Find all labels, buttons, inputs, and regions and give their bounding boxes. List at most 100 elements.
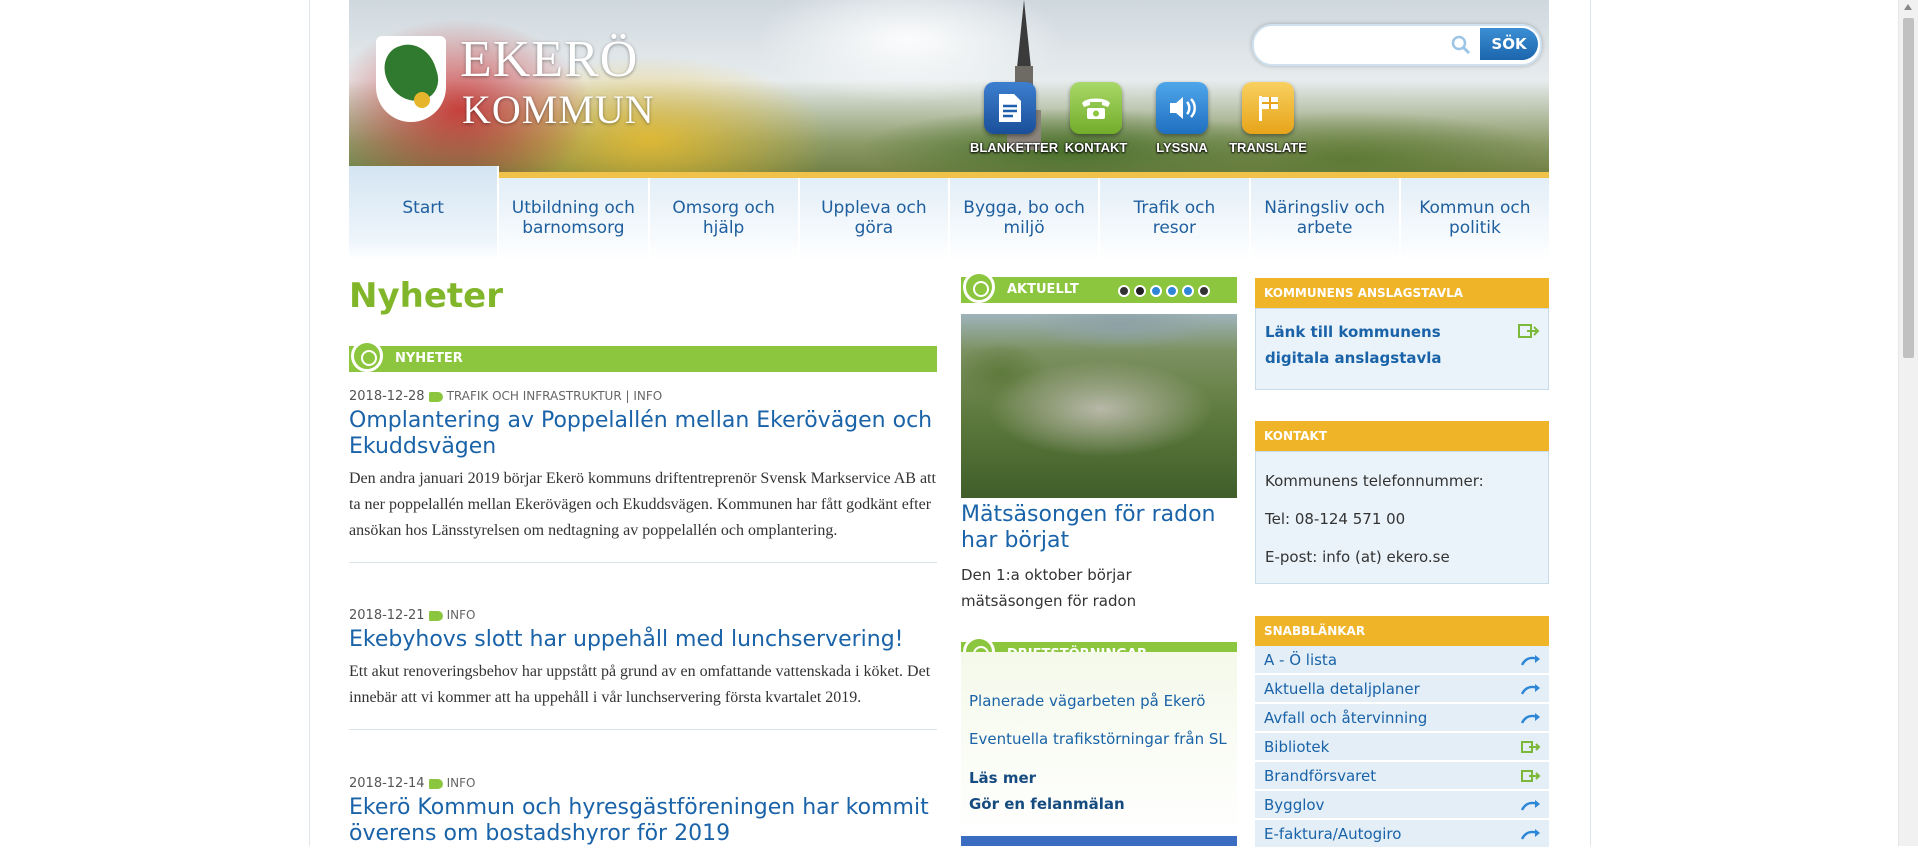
news-item: 2018-12-14 INFO Ekerö Kommun och hyresgäs…: [349, 776, 937, 847]
search-icon: [1451, 35, 1471, 55]
nav-label: Omsorg och hjälp: [672, 198, 775, 238]
news-body: Den andra januari 2019 börjar Ekerö komm…: [349, 470, 936, 539]
document-icon: [984, 82, 1036, 134]
anslag-header: KOMMUNENS ANSLAGSTAVLA: [1255, 278, 1549, 308]
quick-link-kontakt[interactable]: KONTAKT: [1056, 82, 1136, 155]
nav-item-utbildning[interactable]: Utbildning och barnomsorg: [499, 178, 650, 260]
external-link-icon: [1521, 770, 1541, 782]
scroll-up-icon[interactable]: [1904, 4, 1912, 10]
nav-item-uppleva[interactable]: Uppleva och göra: [799, 178, 950, 260]
quick-link-text: Brandförsvaret: [1264, 767, 1377, 785]
nav-label: Utbildning och barnomsorg: [511, 198, 635, 238]
news-meta: 2018-12-21 INFO: [349, 608, 937, 623]
search-box: SÖK: [1252, 24, 1542, 66]
news-title-link[interactable]: Ekebyhovs slott har uppehåll med lunchse…: [349, 627, 937, 653]
carousel-dot[interactable]: [1134, 285, 1146, 297]
news-section-header: NYHETER: [349, 340, 937, 372]
carousel-dot[interactable]: [1182, 285, 1194, 297]
nav-item-omsorg[interactable]: Omsorg och hjälp: [649, 178, 800, 260]
news-meta: 2018-12-14 INFO: [349, 776, 937, 791]
news-title-link[interactable]: Ekerö Kommun och hyresgästföreningen har…: [349, 795, 937, 847]
page-title: Nyheter: [349, 276, 503, 316]
quick-link-item[interactable]: Avfall och återvinning: [1255, 704, 1549, 732]
kontakt-line: Kommunens telefonnummer:: [1265, 472, 1484, 490]
news-category[interactable]: TRAFIK OCH INFRASTRUKTUR | INFO: [447, 389, 663, 403]
clock-icon: [351, 340, 383, 372]
nav-label: Kommun och politik: [1419, 198, 1531, 238]
flag-icon: [1242, 82, 1294, 134]
news-category[interactable]: INFO: [447, 608, 476, 622]
quick-link-item[interactable]: Aktuella detaljplaner: [1255, 675, 1549, 703]
nav-item-bygga[interactable]: Bygga, bo och miljö: [950, 178, 1101, 260]
vertical-scrollbar[interactable]: [1898, 0, 1918, 846]
logo-text-line2: KOMMUN: [462, 87, 655, 132]
kontakt-box: Kommunens telefonnummer: Tel: 08-124 571…: [1255, 451, 1549, 584]
quick-link-text: Aktuella detaljplaner: [1264, 680, 1420, 698]
quick-link-item[interactable]: Bibliotek: [1255, 733, 1549, 761]
aerial-photo[interactable]: [961, 314, 1237, 498]
report-fault-link[interactable]: Gör en felanmälan: [969, 795, 1125, 813]
quick-link-label: BLANKETTER: [970, 140, 1059, 155]
carousel-prev-icon[interactable]: [1118, 285, 1130, 297]
quick-link-label: TRANSLATE: [1229, 140, 1307, 155]
news-title-link[interactable]: Omplantering av Poppelallén mellan Ekerö…: [349, 408, 937, 460]
scrollbar-thumb[interactable]: [1903, 18, 1914, 358]
arrow-icon: [1521, 655, 1540, 666]
snabb-header: SNABBLÄNKAR: [1255, 616, 1549, 646]
quick-link-lyssna[interactable]: LYSSNA: [1142, 82, 1222, 155]
quick-link-translate[interactable]: TRANSLATE: [1228, 82, 1308, 155]
news-divider: [349, 562, 937, 563]
quick-link-text: Bibliotek: [1264, 738, 1330, 756]
quick-link-blanketter[interactable]: BLANKETTER: [970, 82, 1059, 155]
anslag-box: Länk till kommunens digitala anslagstavl…: [1255, 308, 1549, 390]
news-date: 2018-12-21: [349, 608, 425, 623]
quick-link-text: A - Ö lista: [1264, 651, 1338, 669]
carousel-next-icon[interactable]: [1198, 285, 1210, 297]
news-item: 2018-12-28 TRAFIK OCH INFRASTRUKTUR | INF…: [349, 389, 937, 563]
news-date: 2018-12-14: [349, 776, 425, 791]
read-more-link[interactable]: Läs mer: [969, 769, 1036, 787]
quick-link-text: E-faktura/Autogiro: [1264, 825, 1402, 843]
search-input[interactable]: [1262, 32, 1452, 58]
quick-link-text: Avfall och återvinning: [1264, 709, 1428, 727]
tag-icon: [428, 778, 443, 789]
drift-box: Planerade vägarbeten på Ekerö Eventuella…: [961, 652, 1237, 836]
tag-icon: [428, 610, 443, 621]
page-container: EKERÖ KOMMUN SÖK BLANKETTER KONTAKT LYSS…: [309, 0, 1591, 848]
quick-link-item[interactable]: E-faktura/Autogiro: [1255, 820, 1549, 848]
ekero-logo[interactable]: EKERÖ KOMMUN: [376, 31, 656, 136]
arrow-icon: [1521, 800, 1540, 811]
nav-item-naringsliv[interactable]: Näringsliv och arbete: [1250, 178, 1401, 260]
arrow-icon: [1521, 684, 1540, 695]
quick-link-label: KONTAKT: [1064, 140, 1128, 155]
arrow-icon: [1521, 829, 1540, 840]
featured-article-link[interactable]: Mätsäsongen för radon har börjat: [961, 502, 1237, 554]
speaker-icon: [1156, 82, 1208, 134]
kontakt-header: KONTAKT: [1255, 421, 1549, 451]
arrow-icon: [1521, 713, 1540, 724]
nav-item-start[interactable]: Start: [349, 166, 500, 260]
nav-item-kommun[interactable]: Kommun och politik: [1400, 178, 1549, 260]
external-link-icon: [1518, 324, 1540, 338]
main-navigation: Start Utbildning och barnomsorg Omsorg o…: [349, 166, 1549, 260]
nav-label: Trafik och resor: [1133, 198, 1216, 238]
clock-icon: [963, 271, 995, 303]
news-category[interactable]: INFO: [447, 776, 476, 790]
quick-link-item[interactable]: Bygglov: [1255, 791, 1549, 819]
news-date: 2018-12-28: [349, 389, 425, 404]
news-divider: [349, 729, 937, 730]
blue-banner-edge: [961, 836, 1237, 846]
header-banner: EKERÖ KOMMUN SÖK BLANKETTER KONTAKT LYSS…: [349, 0, 1549, 178]
quick-link-item[interactable]: A - Ö lista: [1255, 646, 1549, 674]
drift-link[interactable]: Planerade vägarbeten på Ekerö: [969, 692, 1205, 710]
news-item: 2018-12-21 INFO Ekebyhovs slott har uppeh…: [349, 608, 937, 730]
search-button[interactable]: SÖK: [1480, 28, 1538, 60]
nav-label: Bygga, bo och miljö: [963, 198, 1085, 238]
quick-link-item[interactable]: Brandförsvaret: [1255, 762, 1549, 790]
carousel-dot[interactable]: [1166, 285, 1178, 297]
nav-item-trafik[interactable]: Trafik och resor: [1100, 178, 1251, 260]
drift-link[interactable]: Eventuella trafikstörningar från SL: [969, 730, 1227, 748]
carousel-dot[interactable]: [1150, 285, 1162, 297]
phone-icon: [1070, 82, 1122, 134]
anslag-link[interactable]: Länk till kommunens digitala anslagstavl…: [1265, 319, 1495, 371]
